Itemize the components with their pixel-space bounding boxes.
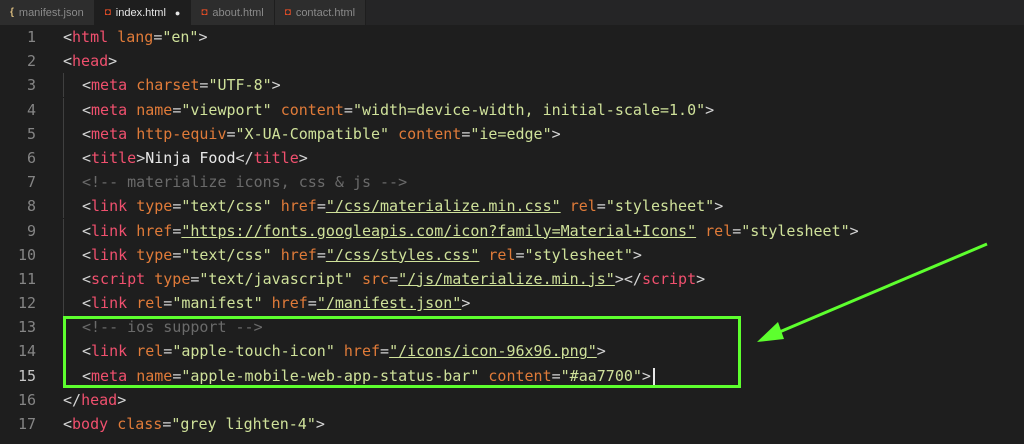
- annotation-arrow-head: [757, 322, 784, 342]
- annotation-arrow: [757, 242, 988, 342]
- annotation-arrow-shaft: [769, 242, 988, 338]
